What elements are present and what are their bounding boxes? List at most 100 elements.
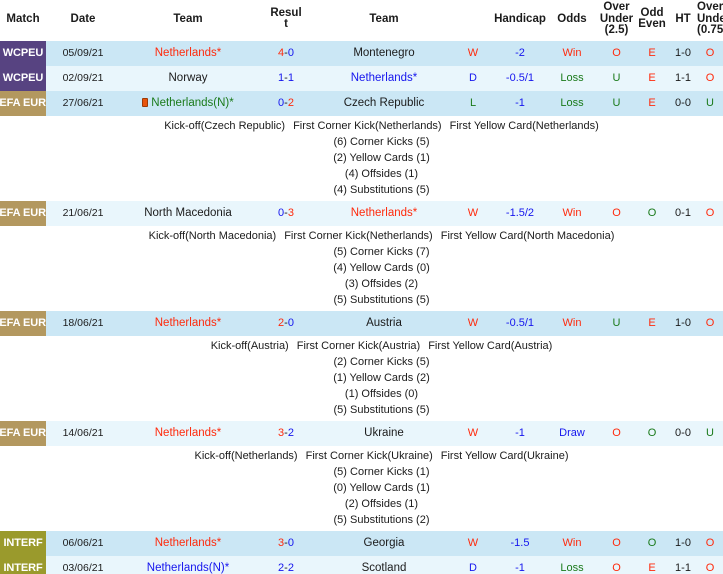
result-cell[interactable]: 0-2	[256, 90, 316, 116]
away-team-name[interactable]: Netherlands*	[351, 207, 417, 219]
odds-cell: Win	[546, 310, 598, 336]
status-badge[interactable]: UEFA EURO	[0, 90, 46, 116]
match-date: 27/06/21	[46, 90, 120, 116]
match-stat-line: (1) Yellow Cards (2)	[333, 371, 430, 384]
over-under-25-cell: O	[598, 200, 635, 226]
competition-badge-cell[interactable]: INTERF	[0, 555, 46, 574]
handicap-result: L	[469, 96, 477, 109]
match-stat-line: (5) Substitutions (5)	[333, 293, 430, 306]
away-team-name[interactable]: Netherlands*	[351, 72, 417, 84]
handicap-result: W	[467, 426, 479, 439]
header-row: Match Date Team Resul t Team Handicap Od…	[0, 0, 723, 41]
status-badge[interactable]: UEFA EURO	[0, 200, 46, 226]
competition-badge-cell[interactable]: WCPEU	[0, 65, 46, 91]
away-team-cell[interactable]: Netherlands*	[316, 65, 452, 91]
result-cell[interactable]: 1-1	[256, 65, 316, 91]
away-team-cell[interactable]: Netherlands*	[316, 200, 452, 226]
competition-badge-cell[interactable]: UEFA EURO	[0, 90, 46, 116]
away-team-cell[interactable]: Georgia	[316, 530, 452, 556]
column-header-odd-even: Odd Even	[635, 0, 669, 41]
home-team-cell[interactable]: Norway	[120, 65, 256, 91]
away-team-name[interactable]: Austria	[366, 317, 402, 329]
over-under-25-cell: O	[598, 40, 635, 66]
status-badge[interactable]: INTERF	[0, 530, 46, 556]
result-cell[interactable]: 4-0	[256, 40, 316, 66]
handicap-cell: -1	[494, 420, 546, 446]
result-cell[interactable]: 3-2	[256, 420, 316, 446]
home-team-cell[interactable]: Netherlands*	[120, 530, 256, 556]
odds-outcome: Win	[562, 46, 582, 59]
home-team-name[interactable]: Netherlands*	[155, 47, 221, 59]
handicap-result: W	[467, 206, 479, 219]
handicap-result-cell: W	[452, 200, 494, 226]
handicap-result-cell: W	[452, 310, 494, 336]
match-date: 14/06/21	[46, 420, 120, 446]
handicap-result: W	[467, 316, 479, 329]
ou075-line2: Under	[697, 12, 723, 25]
home-team-name[interactable]: Netherlands*	[155, 427, 221, 439]
status-badge[interactable]: UEFA EURO	[0, 310, 46, 336]
competition-badge-cell[interactable]: UEFA EURO	[0, 310, 46, 336]
competition-badge-cell[interactable]: UEFA EURO	[0, 200, 46, 226]
match-detail-box: Kick-off(Austria) First Corner Kick(Austr…	[0, 338, 723, 418]
home-team-cell[interactable]: Netherlands(N)*	[120, 90, 256, 116]
odds-outcome: Draw	[559, 426, 585, 439]
match-stat-line: (2) Yellow Cards (1)	[333, 151, 430, 164]
home-team-cell[interactable]: North Macedonia	[120, 200, 256, 226]
home-team-name[interactable]: Norway	[169, 72, 208, 84]
handicap-result-cell: W	[452, 530, 494, 556]
away-team-name[interactable]: Georgia	[364, 537, 405, 549]
result-cell[interactable]: 2-2	[256, 555, 316, 574]
home-team-cell[interactable]: Netherlands*	[120, 310, 256, 336]
table-row[interactable]: INTERF 06/06/21 Netherlands* 3-0 Georgia W -1.…	[0, 530, 723, 556]
result-cell[interactable]: 0-3	[256, 200, 316, 226]
away-team-cell[interactable]: Austria	[316, 310, 452, 336]
competition-badge-cell[interactable]: INTERF	[0, 530, 46, 556]
table-row[interactable]: INTERF 03/06/21 Netherlands(N)* 2-2 Scotland…	[0, 555, 723, 574]
odds-outcome: Loss	[560, 96, 584, 109]
away-score: 0	[287, 536, 294, 549]
match-date: 18/06/21	[46, 310, 120, 336]
match-detail-box: Kick-off(Czech Republic) First Corner Kic…	[0, 118, 723, 198]
away-team-cell[interactable]: Ukraine	[316, 420, 452, 446]
kick-off-info: Kick-off(Netherlands)	[194, 449, 298, 462]
home-team-cell[interactable]: Netherlands*	[120, 40, 256, 66]
home-team-name[interactable]: Netherlands*	[155, 317, 221, 329]
competition-badge-cell[interactable]: UEFA EURO	[0, 420, 46, 446]
table-row[interactable]: UEFA EURO14/06/21 Netherlands* 3-2 Ukraine W…	[0, 420, 723, 446]
competition-badge-cell[interactable]: WCPEU	[0, 40, 46, 66]
status-badge[interactable]: INTERF	[0, 555, 46, 574]
table-row[interactable]: UEFA EURO18/06/21 Netherlands* 2-0 Austria W…	[0, 310, 723, 336]
home-team-name[interactable]: Netherlands*	[155, 537, 221, 549]
away-team-cell[interactable]: Montenegro	[316, 40, 452, 66]
away-team-name[interactable]: Scotland	[362, 562, 407, 574]
over-under-25-cell: O	[598, 420, 635, 446]
odd-even-cell: O	[635, 200, 669, 226]
home-team-cell[interactable]: Netherlands*	[120, 420, 256, 446]
red-card-icon	[142, 97, 149, 107]
away-team-name[interactable]: Ukraine	[364, 427, 404, 439]
over-under-25-value: O	[612, 46, 621, 59]
table-row[interactable]: WCPEU 05/09/21 Netherlands* 4-0 Montenegro W -…	[0, 40, 723, 66]
match-stat-line: (2) Corner Kicks (5)	[333, 355, 430, 368]
away-team-cell[interactable]: Czech Republic	[316, 90, 452, 116]
match-stat-line: (0) Yellow Cards (1)	[333, 481, 430, 494]
half-time-score: 0-0	[675, 96, 691, 109]
result-cell[interactable]: 2-0	[256, 310, 316, 336]
h2h-results-panel: Match Date Team Resul t Team Handicap Od…	[0, 0, 723, 574]
result-cell[interactable]: 3-0	[256, 530, 316, 556]
home-team-cell[interactable]: Netherlands(N)*	[120, 555, 256, 574]
status-badge[interactable]: WCPEU	[0, 40, 46, 66]
away-team-name[interactable]: Montenegro	[353, 47, 414, 59]
table-row[interactable]: UEFA EURO27/06/21 Netherlands(N)* 0-2 Czech…	[0, 90, 723, 116]
status-badge[interactable]: WCPEU	[0, 65, 46, 91]
away-team-cell[interactable]: Scotland	[316, 555, 452, 574]
home-team-name[interactable]: Netherlands(N)*	[151, 97, 233, 109]
home-team-name[interactable]: North Macedonia	[144, 207, 232, 219]
first-yellow-card-info: First Yellow Card(North Macedonia)	[440, 229, 615, 242]
table-row[interactable]: WCPEU 02/09/21 Norway 1-1 Netherlands* D -0.5/…	[0, 65, 723, 91]
home-team-name[interactable]: Netherlands(N)*	[147, 562, 229, 574]
table-row[interactable]: UEFA EURO21/06/21 North Macedonia 0-3 Nethe…	[0, 200, 723, 226]
status-badge[interactable]: UEFA EURO	[0, 420, 46, 446]
away-team-name[interactable]: Czech Republic	[344, 97, 425, 109]
